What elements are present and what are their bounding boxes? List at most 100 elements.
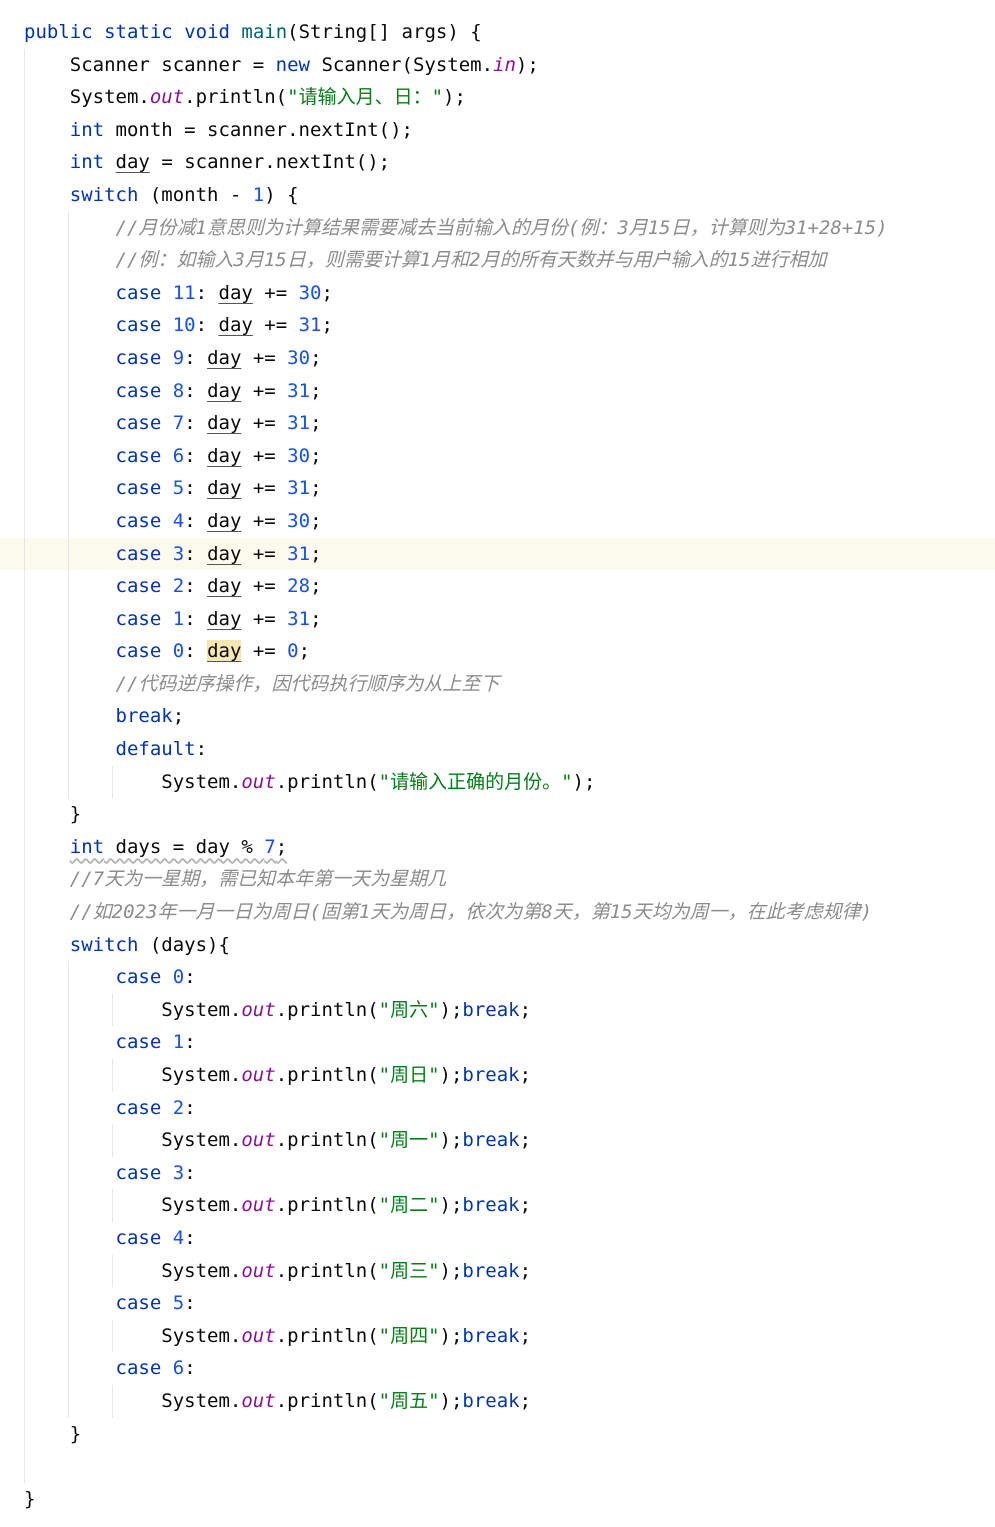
day-case-line: case 4: bbox=[0, 1221, 995, 1255]
code-text: = scanner.nextInt(); bbox=[149, 151, 391, 174]
code-text: System. bbox=[161, 1389, 242, 1412]
variable-day[interactable]: day bbox=[207, 347, 241, 369]
code-text: : bbox=[184, 1292, 196, 1315]
keyword-break: break bbox=[462, 1389, 520, 1412]
indent-guide bbox=[24, 1287, 25, 1320]
day-println-line: System.out.println("周一");break; bbox=[0, 1124, 995, 1157]
code-text: : bbox=[184, 1031, 196, 1054]
code-text: ; bbox=[298, 640, 311, 663]
variable-day[interactable]: day bbox=[207, 640, 242, 663]
code-text: ; bbox=[519, 1064, 532, 1086]
case-value: 31 bbox=[287, 477, 311, 500]
code-text: days = day % bbox=[104, 835, 265, 858]
code-text: ); bbox=[439, 1129, 463, 1152]
indent-guide bbox=[68, 276, 69, 310]
code-text: : bbox=[195, 281, 219, 304]
keyword-int: int bbox=[69, 151, 105, 174]
comment: //如2023年一月一日为周日(固第1天为周日，依次为第8天，第15天均为周一，… bbox=[69, 901, 873, 924]
indent-guide bbox=[24, 993, 25, 1027]
case-label: 11 bbox=[172, 281, 196, 304]
indent-guide bbox=[68, 1221, 69, 1255]
code-text: : bbox=[184, 966, 196, 989]
code-text: ); bbox=[572, 770, 596, 793]
code-text: ; bbox=[310, 509, 322, 532]
indent-guide bbox=[24, 602, 25, 636]
day-println-line: System.out.println("周六");break; bbox=[0, 993, 995, 1027]
indent-guide bbox=[24, 1091, 25, 1125]
code-text: ; bbox=[310, 412, 322, 435]
code-text: : bbox=[184, 542, 208, 565]
code-text: (days){ bbox=[138, 933, 230, 956]
indent-guide bbox=[68, 1156, 69, 1190]
code-text: ; bbox=[519, 1324, 532, 1347]
indent-guide bbox=[24, 504, 25, 538]
keyword-case: case bbox=[115, 607, 162, 630]
variable-day[interactable]: day bbox=[207, 477, 241, 499]
code-text: += bbox=[241, 379, 288, 402]
variable-day[interactable]: day bbox=[207, 608, 241, 630]
code-editor[interactable]: public static void main(String[] args) {… bbox=[0, 0, 995, 1527]
indent-guide bbox=[68, 1026, 69, 1059]
code-text: ; bbox=[310, 379, 322, 402]
indent-guide bbox=[68, 244, 69, 277]
case-line: case 4: day += 30; bbox=[0, 504, 995, 538]
variable-day[interactable]: day bbox=[219, 282, 253, 304]
indent-guide bbox=[24, 830, 25, 864]
case-line: case 2: day += 28; bbox=[0, 570, 995, 603]
code-text: ; bbox=[321, 281, 333, 304]
code-text: += bbox=[252, 314, 299, 337]
code-text: ; bbox=[519, 1194, 532, 1217]
variable-day[interactable]: day bbox=[207, 575, 241, 597]
indent-guide bbox=[68, 537, 69, 571]
indent-guide bbox=[24, 276, 25, 310]
case-line: case 0: day += 0; bbox=[0, 635, 995, 668]
string-literal: "周日" bbox=[378, 1064, 440, 1086]
number-literal: 1 bbox=[252, 183, 265, 206]
code-line-27: //7天为一星期，需已知本年第一天为星期几 bbox=[0, 863, 995, 897]
field-out: out bbox=[241, 1324, 276, 1347]
code-line-7: //月份减1意思则为计算结果需要减去当前输入的月份(例：3月15日，计算则为31… bbox=[0, 211, 995, 245]
comment: //代码逆序操作，因代码执行顺序为从上至下 bbox=[115, 672, 500, 695]
field-out: out bbox=[241, 1064, 276, 1086]
code-text: : bbox=[184, 1357, 196, 1380]
variable-day[interactable]: day bbox=[207, 412, 241, 434]
indent-guide bbox=[112, 765, 113, 799]
variable-day[interactable]: day bbox=[219, 314, 253, 336]
code-text: .println( bbox=[275, 1194, 379, 1217]
code-line-21: //代码逆序操作，因代码执行顺序为从上至下 bbox=[0, 667, 995, 701]
code-text: += bbox=[241, 542, 288, 565]
indent-guide bbox=[68, 1059, 69, 1092]
code-text: (String[] args) { bbox=[287, 21, 482, 43]
field-out: out bbox=[241, 1259, 276, 1282]
code-text: ; bbox=[172, 705, 185, 728]
code-text: (month - bbox=[138, 183, 253, 206]
code-text: ) { bbox=[264, 183, 299, 206]
indent-guide bbox=[68, 504, 69, 538]
code-text: += bbox=[241, 444, 288, 467]
case-label: 6 bbox=[172, 444, 185, 467]
indent-guide bbox=[24, 1417, 25, 1451]
field-out: out bbox=[241, 1194, 276, 1217]
code-text: ); bbox=[439, 1389, 463, 1412]
indent-guide bbox=[68, 374, 69, 408]
variable-day[interactable]: day bbox=[207, 380, 241, 402]
keyword-case: case bbox=[115, 444, 162, 467]
case-label: 1 bbox=[172, 1031, 185, 1054]
case-line: case 7: day += 31; bbox=[0, 407, 995, 440]
code-text: ); bbox=[443, 86, 466, 109]
indent-guide bbox=[24, 472, 25, 505]
case-value: 0 bbox=[287, 640, 299, 663]
variable-day[interactable]: day bbox=[207, 543, 241, 565]
case-line: case 5: day += 31; bbox=[0, 472, 995, 505]
case-line: case 11: day += 30; bbox=[0, 276, 995, 310]
case-label: 3 bbox=[172, 1161, 185, 1184]
indent-guide bbox=[68, 1384, 69, 1418]
code-text: System. bbox=[161, 1129, 242, 1152]
case-value: 28 bbox=[287, 575, 311, 598]
variable-day[interactable]: day bbox=[207, 510, 241, 532]
variable-day[interactable]: day bbox=[116, 151, 150, 173]
case-line: case 3: day += 31; bbox=[0, 537, 995, 571]
string-literal: "周一" bbox=[378, 1129, 440, 1152]
code-text: : bbox=[184, 575, 208, 598]
variable-day[interactable]: day bbox=[207, 445, 241, 467]
